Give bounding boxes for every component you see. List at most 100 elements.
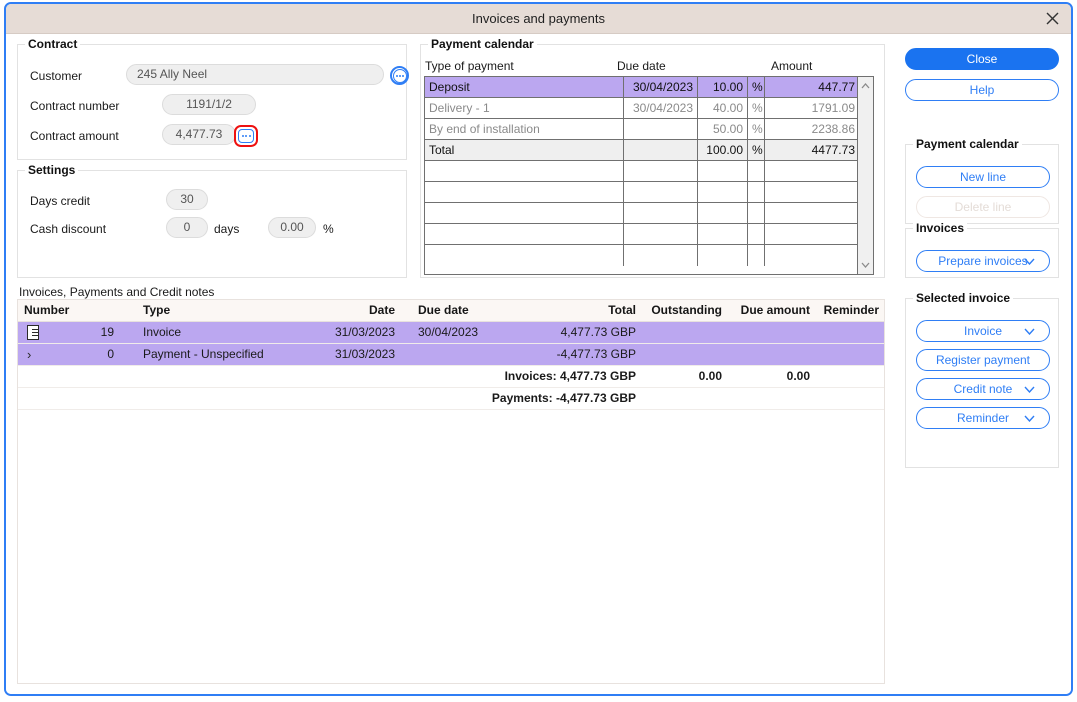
payment-calendar-row[interactable] xyxy=(425,182,873,203)
chevron-down-icon[interactable] xyxy=(858,257,873,273)
days-credit-input[interactable]: 30 xyxy=(166,189,208,210)
invoice-button-label: Invoice xyxy=(964,324,1002,338)
prepare-invoices-button[interactable]: Prepare invoices xyxy=(916,250,1050,272)
col-due-amount: Due amount xyxy=(730,300,810,321)
table-row[interactable]: 19Invoice31/03/202330/04/20234,477.73 GB… xyxy=(18,322,884,344)
payment-calendar-grid[interactable]: Deposit30/04/202310.00%447.77Delivery - … xyxy=(424,76,874,275)
settings-group: Settings Days credit 30 Cash discount 0 … xyxy=(17,170,407,278)
pc-cell-amount xyxy=(765,161,859,181)
window-close-button[interactable] xyxy=(1033,4,1071,33)
register-payment-button[interactable]: Register payment xyxy=(916,349,1050,371)
pc-cell-percent-symbol: % xyxy=(748,140,765,160)
pc-cell-due-date: 30/04/2023 xyxy=(624,98,698,118)
col-date: Date xyxy=(298,300,395,321)
payment-calendar-row[interactable]: Total100.00%4477.73 xyxy=(425,140,873,161)
payment-calendar-col-due-date: Due date xyxy=(617,59,666,73)
pc-cell-amount xyxy=(765,245,859,266)
cell-number: 0 xyxy=(24,344,114,365)
table-row[interactable]: ›0Payment - Unspecified31/03/2023-4,477.… xyxy=(18,344,884,366)
pc-cell-due-date xyxy=(624,203,698,223)
customer-input[interactable]: 245 Ally Neel xyxy=(126,64,384,85)
pc-cell-percent-symbol: % xyxy=(748,119,765,139)
pc-cell-due-date xyxy=(624,224,698,244)
settings-group-title: Settings xyxy=(25,163,78,177)
pc-cell-due-date xyxy=(624,245,698,266)
credit-note-button[interactable]: Credit note xyxy=(916,378,1050,400)
payment-calendar-group: Payment calendar Type of payment Due dat… xyxy=(420,44,885,278)
payment-calendar-row[interactable] xyxy=(425,245,873,266)
pc-cell-percent-symbol xyxy=(748,245,765,266)
contract-number-input[interactable]: 1191/1/2 xyxy=(162,94,256,115)
pc-cell-type: Delivery - 1 xyxy=(425,98,624,118)
payment-calendar-row[interactable] xyxy=(425,224,873,245)
new-line-button[interactable]: New line xyxy=(916,166,1050,188)
summary-due-amount: 0.00 xyxy=(730,366,810,387)
cell-date: 31/03/2023 xyxy=(298,322,395,343)
cell-total: 4,477.73 GBP xyxy=(488,322,636,343)
sidebar-payment-calendar-group: Payment calendar New line Delete line xyxy=(905,144,1059,224)
payment-calendar-row[interactable]: Delivery - 130/04/202340.00%1791.09 xyxy=(425,98,873,119)
payment-calendar-rows: Deposit30/04/202310.00%447.77Delivery - … xyxy=(425,77,873,266)
cash-discount-percent-input[interactable]: 0.00 xyxy=(268,217,316,238)
pc-cell-percent xyxy=(698,182,748,202)
pc-cell-type xyxy=(425,203,624,223)
pc-cell-due-date xyxy=(624,161,698,181)
chevron-up-icon[interactable] xyxy=(858,78,873,94)
close-button[interactable]: Close xyxy=(905,48,1059,70)
payment-calendar-row[interactable]: Deposit30/04/202310.00%447.77 xyxy=(425,77,873,98)
reminder-button[interactable]: Reminder xyxy=(916,407,1050,429)
pc-cell-percent: 10.00 xyxy=(698,77,748,97)
payment-calendar-row[interactable] xyxy=(425,161,873,182)
sidebar-selected-invoice-title: Selected invoice xyxy=(913,291,1013,305)
payment-calendar-row[interactable]: By end of installation50.00%2238.86 xyxy=(425,119,873,140)
table-summary-row: Payments: -4,477.73 GBP xyxy=(18,388,884,410)
cash-discount-label: Cash discount xyxy=(30,222,106,236)
pc-cell-percent xyxy=(698,224,748,244)
cash-discount-days-input[interactable]: 0 xyxy=(166,217,208,238)
cash-discount-days-unit: days xyxy=(214,222,239,236)
contract-amount-label: Contract amount xyxy=(30,129,119,143)
pc-cell-percent xyxy=(698,161,748,181)
pc-cell-due-date xyxy=(624,182,698,202)
pc-cell-amount: 4477.73 xyxy=(765,140,859,160)
pc-cell-percent xyxy=(698,245,748,266)
cell-date: 31/03/2023 xyxy=(298,344,395,365)
cell-outstanding xyxy=(642,322,722,343)
pc-cell-amount: 447.77 xyxy=(765,77,859,97)
help-button[interactable]: Help xyxy=(905,79,1059,101)
payment-calendar-col-type: Type of payment xyxy=(425,59,514,73)
cell-outstanding xyxy=(642,344,722,365)
sidebar-selected-invoice-group: Selected invoice Invoice Register paymen… xyxy=(905,298,1059,468)
invoices-table-panel: Number Type Date Due date Total Outstand… xyxy=(17,299,885,684)
window-titlebar: Invoices and payments xyxy=(6,4,1071,34)
sidebar-invoices-group: Invoices Prepare invoices xyxy=(905,228,1059,278)
prepare-invoices-label: Prepare invoices xyxy=(938,254,1027,268)
summary-due-amount xyxy=(730,388,810,409)
window-title: Invoices and payments xyxy=(6,11,1071,26)
contract-amount-input[interactable]: 4,477.73 xyxy=(162,124,236,145)
customer-lookup-button[interactable] xyxy=(390,66,409,85)
contract-group-title: Contract xyxy=(25,37,80,51)
pc-cell-percent-symbol xyxy=(748,161,765,181)
pc-cell-percent: 100.00 xyxy=(698,140,748,160)
cell-type: Payment - Unspecified xyxy=(143,344,293,365)
summary-outstanding xyxy=(642,388,722,409)
invoice-button[interactable]: Invoice xyxy=(916,320,1050,342)
cell-reminder xyxy=(814,344,879,365)
payment-calendar-col-amount: Amount xyxy=(771,59,812,73)
credit-note-button-label: Credit note xyxy=(954,382,1013,396)
pc-cell-amount: 1791.09 xyxy=(765,98,859,118)
payment-calendar-group-title: Payment calendar xyxy=(428,37,537,51)
payment-calendar-scrollbar[interactable] xyxy=(857,77,873,274)
contract-amount-ellipsis-highlight xyxy=(234,125,258,147)
screen: Invoices and payments Contract Customer … xyxy=(0,0,1077,702)
cell-total: -4,477.73 GBP xyxy=(488,344,636,365)
ellipsis-button-icon[interactable] xyxy=(238,129,254,143)
cell-due-amount xyxy=(730,344,810,365)
pc-cell-type xyxy=(425,161,624,181)
col-reminder: Reminder xyxy=(814,300,879,321)
contract-number-label: Contract number xyxy=(30,99,119,113)
pc-cell-percent-symbol: % xyxy=(748,77,765,97)
sidebar-payment-calendar-title: Payment calendar xyxy=(913,137,1022,151)
payment-calendar-row[interactable] xyxy=(425,203,873,224)
